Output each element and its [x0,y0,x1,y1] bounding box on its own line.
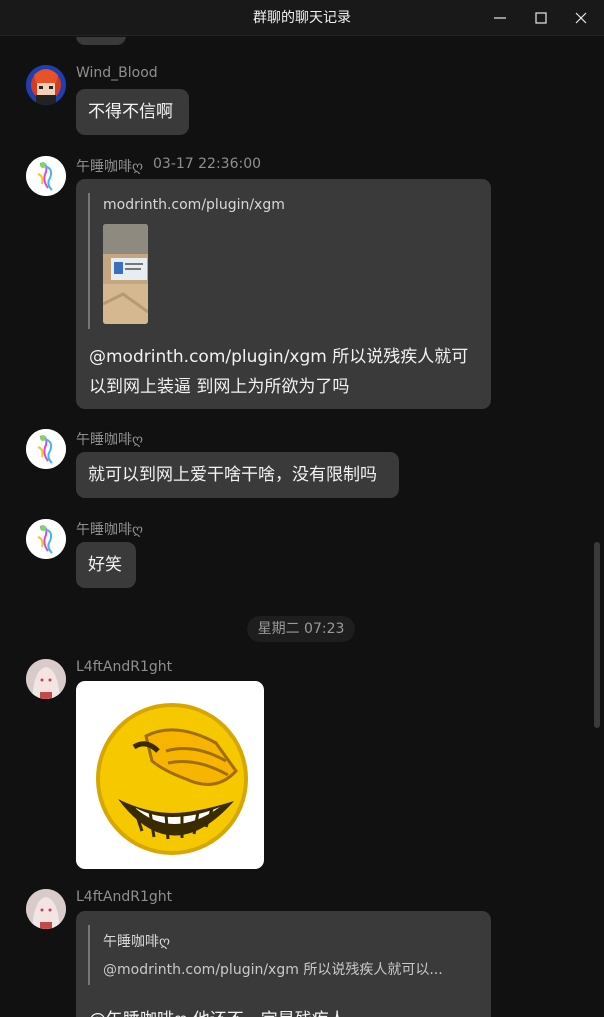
quote-bar [88,193,90,329]
sender-name: L4ftAndR1ght [76,659,173,675]
title-bar: 群聊的聊天记录 [0,0,604,36]
message-text-line-2: 以到网上装逼 到网上为所欲为了吗 [89,377,350,397]
sender-name: 午睡咖啡ღ [76,432,144,448]
time-divider: 星期二 07:23 [247,616,355,642]
minimize-button[interactable] [478,0,522,36]
quote-source: 午睡咖啡ღ [103,934,171,950]
message-text: 不得不信啊 [88,102,173,122]
quote-bar [88,925,90,985]
message-bubble[interactable]: 不得不信啊 [76,89,189,135]
message-text: 好笑 [88,555,122,575]
avatar[interactable] [26,156,66,196]
quoted-image[interactable] [103,224,148,324]
quote-text: @modrinth.com/plugin/xgm 所以说残疾人就可以... [103,962,443,978]
avatar[interactable] [26,65,66,105]
quoted-photo-thumbnail [103,224,148,324]
message-timestamp: 03-17 22:36:00 [153,156,262,172]
sender-name: 午睡咖啡ღ [76,159,144,175]
chat-history[interactable]: Wind_Blood 不得不信啊 午睡咖啡ღ 03-17 22:36:00 mo… [0,37,604,1017]
avatar-image [26,519,66,559]
message-text: @午睡咖啡ღ 他还不一定是残疾人 [89,1005,346,1017]
avatar-image [26,429,66,469]
message-bubble-with-quote[interactable]: modrinth.com/plugin/xgm @modrinth.com/pl… [76,179,491,409]
message-text-line-1: @modrinth.com/plugin/xgm 所以说残疾人就可 [89,347,469,367]
quote-source: modrinth.com/plugin/xgm [103,197,285,213]
sender-name: Wind_Blood [76,65,158,81]
avatar-image [26,156,66,196]
avatar[interactable] [26,889,66,929]
message-bubble[interactable]: 好笑 [76,542,136,588]
maximize-button[interactable] [519,0,563,36]
sender-name: L4ftAndR1ght [76,889,173,905]
maximize-icon [535,12,547,24]
close-icon [575,12,587,24]
avatar-image [26,65,66,105]
message-bubble-with-quote[interactable]: 午睡咖啡ღ @modrinth.com/plugin/xgm 所以说残疾人就可以… [76,911,491,1017]
sender-name: 午睡咖啡ღ [76,522,144,538]
avatar[interactable] [26,429,66,469]
message-bubble-partial[interactable] [76,37,126,45]
avatar[interactable] [26,519,66,559]
laughing-emoji-icon [96,703,248,855]
message-text: 就可以到网上爱干啥干啥，没有限制吗 [88,465,377,485]
minimize-icon [494,17,506,19]
message-bubble[interactable]: 就可以到网上爱干啥干啥，没有限制吗 [76,452,399,498]
scrollbar-thumb[interactable] [594,542,600,728]
avatar-image [26,889,66,929]
close-button[interactable] [559,0,603,36]
avatar-image [26,659,66,699]
sticker-image[interactable] [76,681,264,869]
avatar[interactable] [26,659,66,699]
